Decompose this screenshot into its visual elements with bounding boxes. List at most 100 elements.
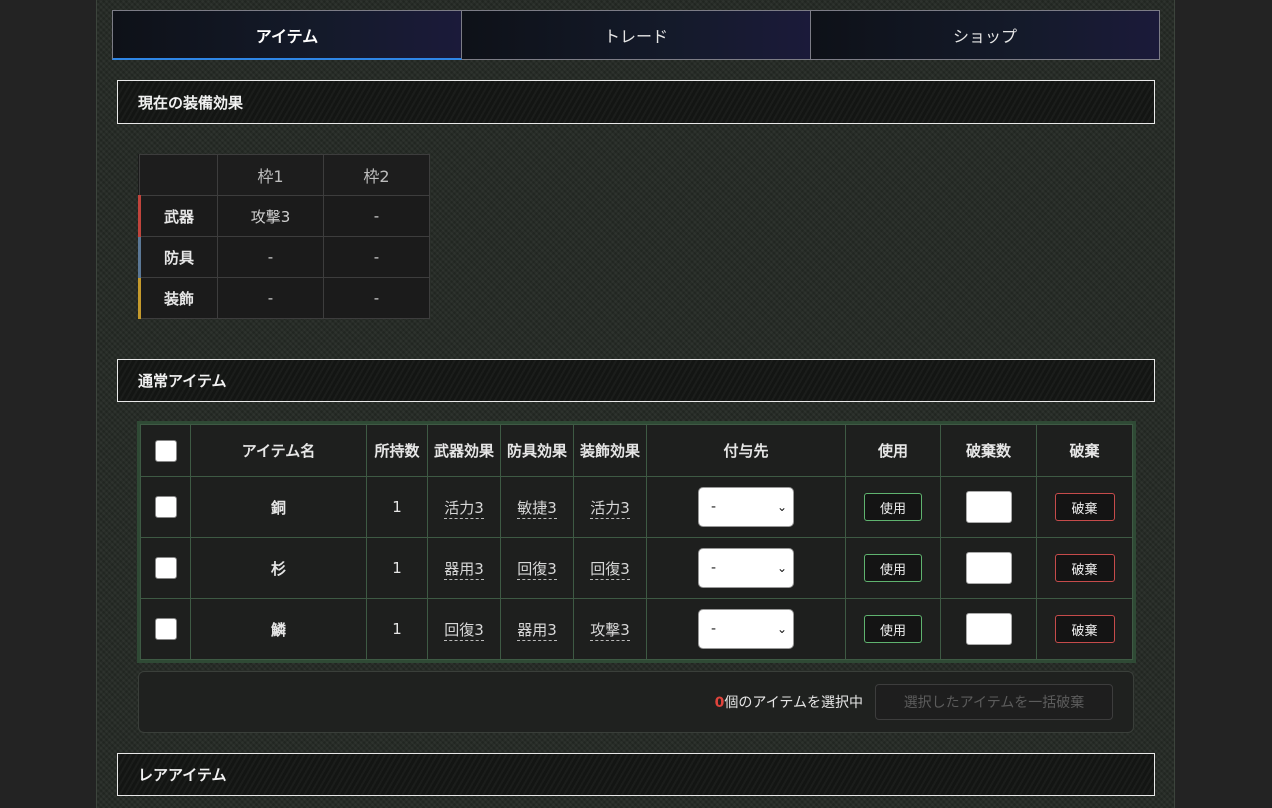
header-use: 使用 (845, 424, 941, 477)
row-select-cell (140, 476, 191, 538)
discard-cell: 破棄 (1036, 598, 1133, 660)
discard-button[interactable]: 破棄 (1054, 615, 1115, 643)
item-count: 1 (366, 598, 428, 660)
header-armor-effect: 防具効果 (500, 424, 574, 477)
equipment-slot1-value: - (217, 277, 324, 319)
armor-effect-cell: 回復3 (500, 537, 574, 599)
header-discard-count: 破棄数 (940, 424, 1037, 477)
item-name: 銅 (190, 476, 367, 538)
tab-bar: アイテム トレード ショップ (112, 10, 1160, 60)
accessory-effect-cell: 攻撃3 (573, 598, 647, 660)
equipment-slot2-value: - (323, 195, 430, 237)
accessory-effect-cell: 回復3 (573, 537, 647, 599)
equipment-row-label: 装飾 (138, 277, 218, 319)
row-select-cell (140, 537, 191, 599)
rare-items-section-header: レアアイテム (117, 753, 1155, 796)
weapon-effect-cell: 器用3 (427, 537, 501, 599)
header-item-name: アイテム名 (190, 424, 367, 477)
equipment-slot1-value: 攻撃3 (217, 195, 324, 237)
accessory-effect-cell: 活力3 (573, 476, 647, 538)
row-checkbox[interactable] (154, 618, 177, 640)
target-select[interactable]: - ⌄ (698, 548, 794, 588)
row-checkbox[interactable] (154, 496, 177, 518)
discard-button[interactable]: 破棄 (1054, 493, 1115, 521)
header-count: 所持数 (366, 424, 428, 477)
discard-count-input[interactable] (965, 552, 1012, 584)
rare-items-section-title: レアアイテム (138, 766, 227, 784)
use-cell: 使用 (845, 537, 941, 599)
tab-shop[interactable]: ショップ (811, 10, 1160, 60)
equipment-header-slot1: 枠1 (217, 154, 324, 196)
items-header-row: アイテム名 所持数 武器効果 防具効果 装飾効果 付与先 使用 破棄数 破棄 (140, 424, 1133, 477)
item-count: 1 (366, 476, 428, 538)
accessory-effect[interactable]: 回復3 (590, 559, 630, 580)
bulk-discard-button[interactable]: 選択したアイテムを一括破棄 (875, 684, 1113, 720)
select-all-cell (140, 424, 191, 477)
use-button[interactable]: 使用 (864, 615, 922, 643)
equipment-slot2-value: - (323, 277, 430, 319)
equipment-header-corner (139, 154, 218, 196)
item-count: 1 (366, 537, 428, 599)
weapon-effect[interactable]: 器用3 (444, 559, 484, 580)
table-row: 鱗 1 回復3 器用3 攻撃3 - ⌄ 使用 破棄 (140, 598, 1133, 660)
header-accessory-effect: 装飾効果 (573, 424, 647, 477)
discard-count-input[interactable] (965, 491, 1012, 523)
target-select-value: - (711, 499, 717, 515)
header-weapon-effect: 武器効果 (427, 424, 501, 477)
weapon-effect[interactable]: 活力3 (444, 498, 484, 519)
use-cell: 使用 (845, 476, 941, 538)
item-name: 杉 (190, 537, 367, 599)
equipment-row-armor: 防具 - - (138, 236, 430, 278)
armor-effect[interactable]: 回復3 (517, 559, 557, 580)
equipment-header-row: 枠1 枠2 (139, 154, 430, 196)
tab-items[interactable]: アイテム (112, 10, 462, 60)
equipment-section-title: 現在の装備効果 (138, 93, 244, 112)
bulk-action-bar: 0個のアイテムを選択中 選択したアイテムを一括破棄 (138, 671, 1134, 733)
selected-count: 0 (714, 695, 725, 711)
discard-count-cell (940, 598, 1037, 660)
discard-cell: 破棄 (1036, 476, 1133, 538)
tab-trade[interactable]: トレード (462, 10, 811, 60)
select-all-checkbox[interactable] (154, 439, 177, 462)
equipment-row-weapon: 武器 攻撃3 - (138, 195, 430, 237)
accessory-effect[interactable]: 活力3 (590, 498, 630, 519)
target-cell: - ⌄ (646, 476, 846, 538)
equipment-slot2-value: - (323, 236, 430, 278)
armor-effect[interactable]: 器用3 (517, 620, 557, 641)
armor-effect-cell: 器用3 (500, 598, 574, 660)
use-button[interactable]: 使用 (864, 554, 922, 582)
target-cell: - ⌄ (646, 537, 846, 599)
armor-effect[interactable]: 敏捷3 (517, 498, 557, 519)
equipment-slot1-value: - (217, 236, 324, 278)
discard-count-cell (940, 537, 1037, 599)
items-table: アイテム名 所持数 武器効果 防具効果 装飾効果 付与先 使用 破棄数 破棄 銅… (137, 421, 1136, 663)
weapon-effect[interactable]: 回復3 (444, 620, 484, 641)
weapon-effect-cell: 活力3 (427, 476, 501, 538)
accessory-effect[interactable]: 攻撃3 (590, 620, 630, 641)
target-select[interactable]: - ⌄ (698, 609, 794, 649)
table-row: 杉 1 器用3 回復3 回復3 - ⌄ 使用 破棄 (140, 537, 1133, 599)
target-cell: - ⌄ (646, 598, 846, 660)
equipment-row-accessory: 装飾 - - (138, 277, 430, 319)
equipment-header-slot2: 枠2 (323, 154, 430, 196)
item-name: 鱗 (190, 598, 367, 660)
equipment-row-label: 防具 (138, 236, 218, 278)
header-target: 付与先 (646, 424, 846, 477)
discard-button[interactable]: 破棄 (1054, 554, 1115, 582)
use-cell: 使用 (845, 598, 941, 660)
discard-count-input[interactable] (965, 613, 1012, 645)
target-select[interactable]: - ⌄ (698, 487, 794, 527)
weapon-effect-cell: 回復3 (427, 598, 501, 660)
normal-items-section-header: 通常アイテム (117, 359, 1155, 402)
discard-count-cell (940, 476, 1037, 538)
equipment-row-label: 武器 (138, 195, 218, 237)
equipment-section-header: 現在の装備効果 (117, 80, 1155, 124)
row-checkbox[interactable] (154, 557, 177, 579)
table-row: 銅 1 活力3 敏捷3 活力3 - ⌄ 使用 破棄 (140, 476, 1133, 538)
chevron-down-icon: ⌄ (776, 561, 787, 575)
selected-suffix: 個のアイテムを選択中 (724, 695, 863, 711)
target-select-value: - (711, 560, 717, 576)
use-button[interactable]: 使用 (864, 493, 922, 521)
discard-cell: 破棄 (1036, 537, 1133, 599)
header-discard: 破棄 (1036, 424, 1133, 477)
